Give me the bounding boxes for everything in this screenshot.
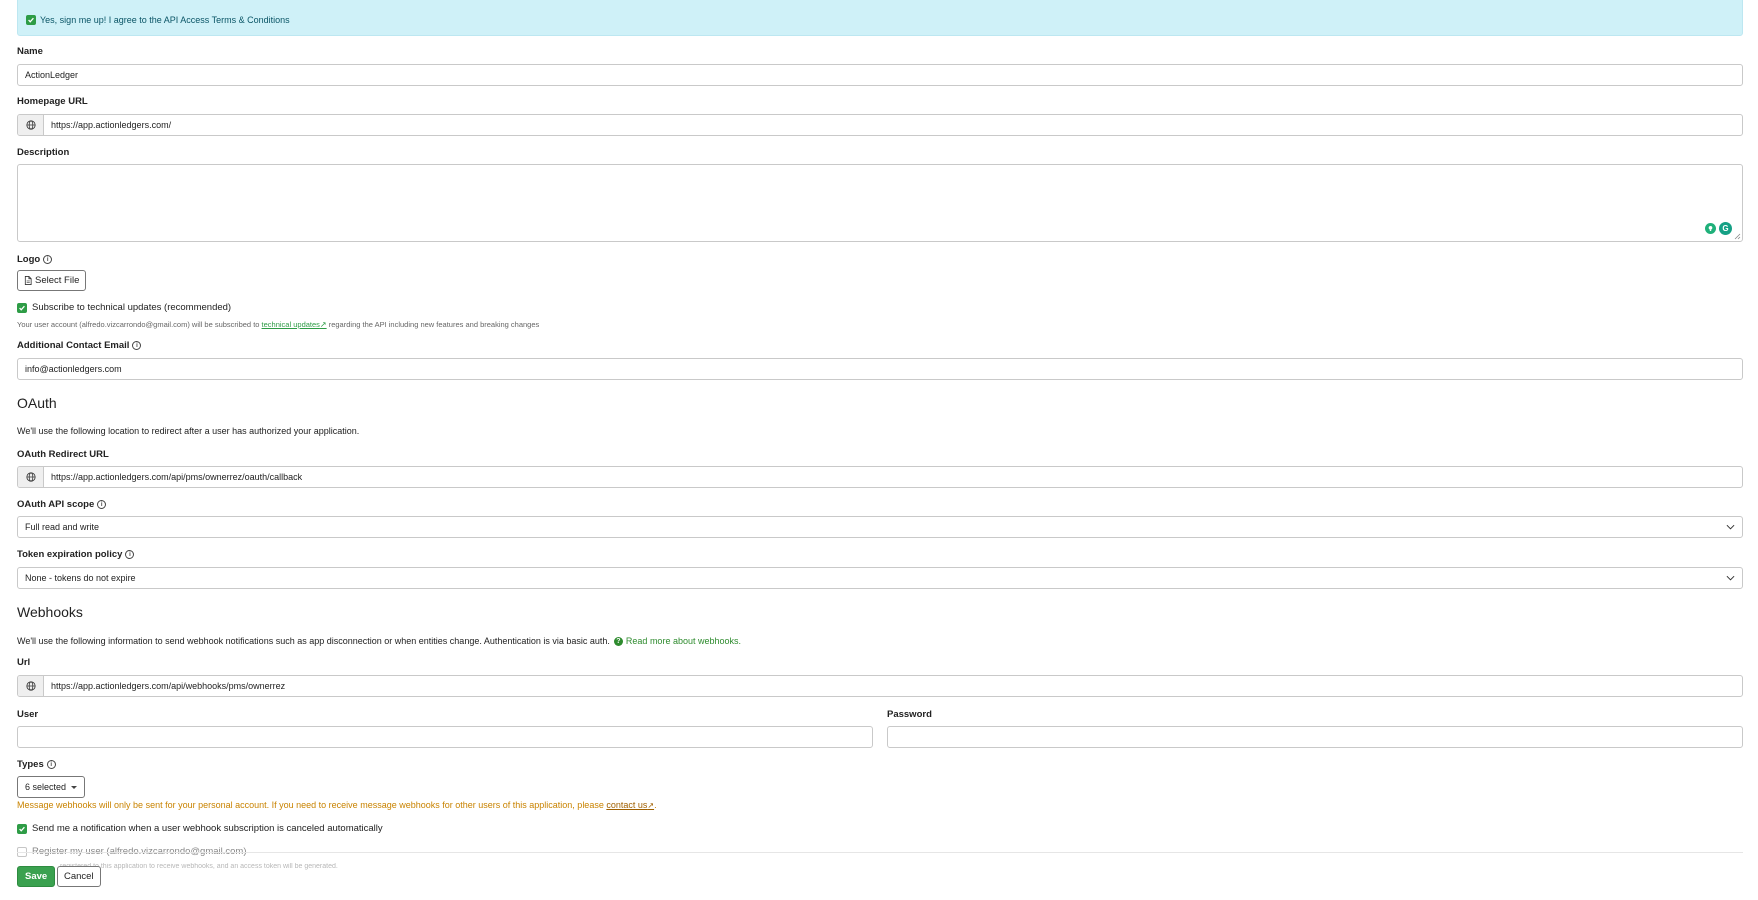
webhook-url-value: https://app.actionledgers.com/api/webhoo… <box>51 681 286 691</box>
oauth-description: We'll use the following location to redi… <box>17 426 360 436</box>
homepage-url-value: https://app.actionledgers.com/ <box>51 120 172 130</box>
oauth-scope-label: OAuth API scope i <box>17 499 107 510</box>
external-link-icon: ↗ <box>319 320 327 329</box>
api-terms-banner: Yes, sign me up! I agree to the API Acce… <box>17 0 1743 36</box>
homepage-url-label: Homepage URL <box>17 96 88 107</box>
save-button[interactable]: Save <box>17 866 56 887</box>
oauth-scope-select[interactable]: Full read and write <box>17 516 1743 538</box>
oauth-scope-value: Full read and write <box>25 522 100 532</box>
info-icon[interactable]: i <box>97 500 107 509</box>
info-icon[interactable]: i <box>125 550 135 559</box>
homepage-url-field[interactable]: https://app.actionledgers.com/ <box>17 114 1743 136</box>
name-input[interactable]: ActionLedger <box>17 64 1743 86</box>
subscribe-hint: Your user account (alfredo.vizcarrondo@g… <box>17 320 540 329</box>
info-icon[interactable]: i <box>46 760 56 769</box>
notify-cancel-row[interactable]: Send me a notification when a user webho… <box>17 823 383 834</box>
webhook-types-value: 6 selected <box>25 782 67 792</box>
select-file-button[interactable]: Select File <box>17 270 87 291</box>
info-icon[interactable]: i <box>43 255 53 264</box>
webhooks-description: We'll use the following information to s… <box>17 636 741 646</box>
webhook-types-dropdown[interactable]: 6 selected <box>17 776 86 798</box>
oauth-redirect-label: OAuth Redirect URL <box>17 449 109 460</box>
logo-label: Logo i <box>17 254 53 265</box>
technical-updates-link[interactable]: technical updates↗ <box>262 320 327 329</box>
chevron-down-icon <box>1726 575 1735 581</box>
name-label: Name <box>17 46 43 57</box>
subscribe-updates-label: Subscribe to technical updates (recommen… <box>32 302 232 313</box>
description-textarea[interactable]: G <box>17 164 1743 242</box>
globe-icon <box>18 676 44 696</box>
token-expiration-label: Token expiration policy i <box>17 549 135 560</box>
chevron-down-icon <box>1726 524 1735 530</box>
contact-email-value: info@actionledgers.com <box>25 364 122 374</box>
question-icon: ? <box>613 636 623 646</box>
webhook-password-input[interactable] <box>887 726 1743 748</box>
read-more-webhooks-link[interactable]: ? Read more about webhooks. <box>613 636 741 646</box>
register-user-hint: registered to this application to receiv… <box>60 863 338 870</box>
subscribe-updates-checkbox[interactable] <box>17 302 27 313</box>
globe-icon <box>18 115 44 135</box>
token-expiration-select[interactable]: None - tokens do not expire <box>17 567 1743 589</box>
notify-cancel-label: Send me a notification when a user webho… <box>32 823 383 834</box>
file-icon <box>24 276 32 285</box>
message-webhooks-warning: Message webhooks will only be sent for y… <box>17 800 657 810</box>
globe-icon <box>18 467 44 487</box>
contact-email-label: Additional Contact Email i <box>17 340 142 351</box>
caret-down-icon <box>71 785 78 789</box>
webhook-url-field[interactable]: https://app.actionledgers.com/api/webhoo… <box>17 675 1743 697</box>
webhook-user-label: User <box>17 709 39 720</box>
api-terms-agree-row[interactable]: Yes, sign me up! I agree to the API Acce… <box>26 15 290 25</box>
cancel-button[interactable]: Cancel <box>57 866 101 887</box>
grammarly-icon[interactable]: G <box>1719 222 1732 235</box>
subscribe-updates-row[interactable]: Subscribe to technical updates (recommen… <box>17 302 231 313</box>
contact-email-input[interactable]: info@actionledgers.com <box>17 358 1743 380</box>
resize-handle-icon[interactable] <box>1733 232 1741 240</box>
oauth-redirect-field[interactable]: https://app.actionledgers.com/api/pms/ow… <box>17 466 1743 488</box>
oauth-section-title: OAuth <box>17 395 57 411</box>
webhooks-section-title: Webhooks <box>17 604 83 620</box>
notify-cancel-checkbox[interactable] <box>17 823 27 834</box>
footer-divider <box>17 852 1743 853</box>
webhook-password-label: Password <box>887 709 932 720</box>
select-file-label: Select File <box>35 275 80 286</box>
grammarly-widget[interactable]: G <box>1705 222 1732 235</box>
webhook-user-input[interactable] <box>17 726 873 748</box>
description-label: Description <box>17 147 70 158</box>
token-expiration-value: None - tokens do not expire <box>25 573 136 583</box>
webhook-types-label: Types i <box>17 759 56 770</box>
webhook-url-label: Url <box>17 657 31 668</box>
api-terms-checkbox[interactable] <box>26 15 36 25</box>
oauth-redirect-value: https://app.actionledgers.com/api/pms/ow… <box>51 472 303 482</box>
contact-us-link[interactable]: contact us↗ <box>606 800 654 810</box>
api-terms-label: Yes, sign me up! I agree to the API Acce… <box>40 15 290 25</box>
lightbulb-icon[interactable] <box>1705 223 1716 234</box>
info-icon[interactable]: i <box>132 341 142 350</box>
name-input-value: ActionLedger <box>25 70 79 80</box>
